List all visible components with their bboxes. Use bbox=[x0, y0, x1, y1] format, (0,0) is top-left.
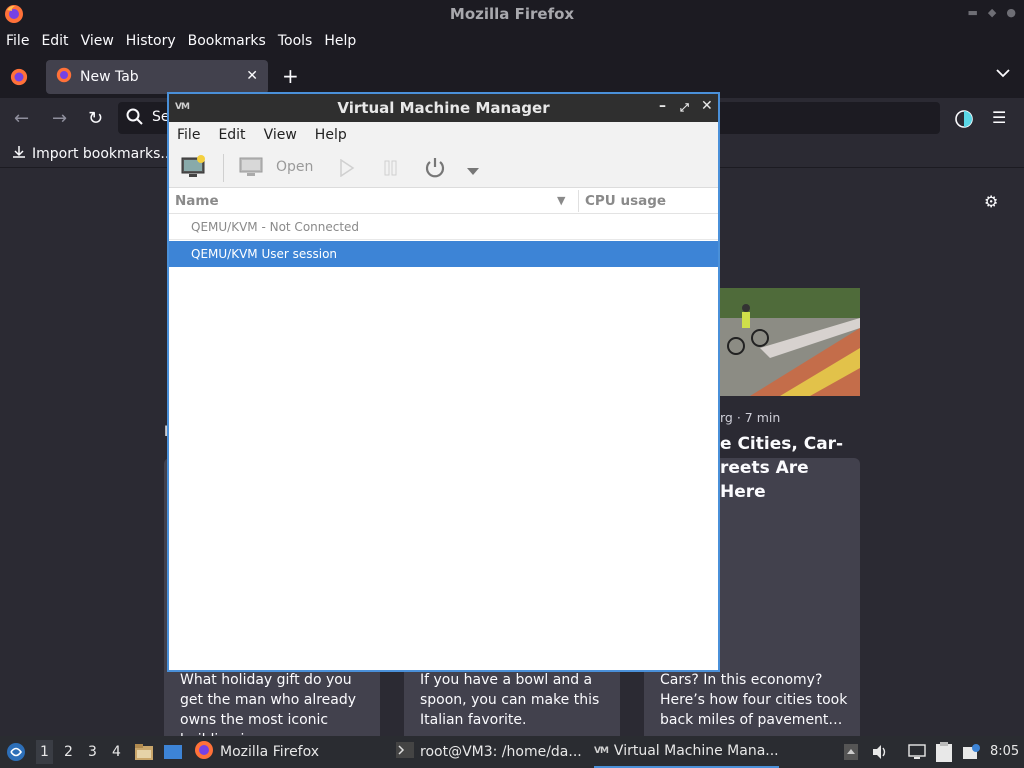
story-card-text: If you have a bowl and a spoon, you can … bbox=[420, 672, 600, 728]
menu-view[interactable]: View bbox=[81, 33, 114, 49]
clock: 8:05 bbox=[990, 744, 1020, 759]
menu-history[interactable]: History bbox=[126, 33, 176, 49]
menu-help[interactable]: Help bbox=[324, 33, 356, 49]
firefox-titlebar: Mozilla Firefox ▬ ◆ ● bbox=[0, 0, 1024, 28]
vmm-title: Virtual Machine Manager bbox=[337, 99, 550, 117]
menu-edit[interactable]: Edit bbox=[41, 33, 68, 49]
import-bookmarks-link[interactable]: Import bookmarks... bbox=[12, 145, 174, 163]
menu-tools[interactable]: Tools bbox=[278, 33, 313, 49]
chevron-down-icon[interactable] bbox=[467, 164, 479, 180]
account-icon[interactable] bbox=[954, 109, 974, 133]
network-icon[interactable] bbox=[908, 744, 926, 764]
update-notifier-icon[interactable] bbox=[962, 744, 980, 766]
firefox-tab-icon bbox=[56, 67, 72, 87]
vmm-icon: VM bbox=[594, 746, 609, 756]
workspace-3[interactable]: 3 bbox=[88, 744, 97, 760]
chevron-down-icon[interactable] bbox=[996, 66, 1010, 82]
open-button-label[interactable]: Open bbox=[276, 159, 313, 175]
menu-bookmarks[interactable]: Bookmarks bbox=[188, 33, 266, 49]
task-terminal[interactable]: root@VM3: /home/da... bbox=[396, 736, 582, 768]
workspace-2[interactable]: 2 bbox=[64, 744, 73, 760]
column-header-name[interactable]: Name bbox=[175, 193, 219, 209]
terminal-icon bbox=[396, 742, 414, 762]
virtual-machine-manager-window: VM Virtual Machine Manager – ⤢ ✕ File Ed… bbox=[167, 92, 720, 672]
tray-up-arrow-icon[interactable] bbox=[844, 744, 858, 764]
connection-label: QEMU/KVM User session bbox=[191, 247, 338, 261]
close-tab-icon[interactable]: ✕ bbox=[246, 68, 258, 84]
column-header-cpu-usage[interactable]: CPU usage bbox=[585, 193, 666, 209]
gear-icon[interactable]: ⚙ bbox=[984, 192, 998, 211]
task-label: root@VM3: /home/da... bbox=[420, 744, 582, 760]
volume-icon[interactable] bbox=[872, 744, 888, 764]
maximize-icon[interactable]: ◆ bbox=[988, 6, 996, 19]
power-icon[interactable] bbox=[423, 156, 447, 184]
firefox-logo-icon bbox=[4, 4, 24, 28]
reload-icon[interactable]: ↻ bbox=[88, 108, 103, 129]
search-icon bbox=[126, 108, 144, 130]
taskbar: 1 2 3 4 Mozilla Firefox root@VM3: /home/… bbox=[0, 736, 1024, 768]
task-label: Mozilla Firefox bbox=[220, 744, 320, 760]
tab-title: New Tab bbox=[80, 69, 139, 85]
close-icon[interactable]: ● bbox=[1006, 6, 1016, 19]
connection-row[interactable]: QEMU/KVM - Not Connected bbox=[169, 214, 718, 240]
back-arrow-icon[interactable]: ← bbox=[14, 108, 29, 129]
import-icon bbox=[12, 145, 26, 163]
workspace-1[interactable]: 1 bbox=[36, 740, 53, 764]
start-menu-icon[interactable] bbox=[6, 742, 26, 766]
menu-file[interactable]: File bbox=[6, 33, 29, 49]
column-separator bbox=[578, 190, 579, 212]
story-card-text: Cars? In this economy? Here’s how four c… bbox=[660, 672, 848, 728]
import-bookmarks-label: Import bookmarks... bbox=[32, 146, 174, 162]
vmm-menubar: File Edit View Help bbox=[169, 122, 718, 148]
vmm-titlebar: VM Virtual Machine Manager – ⤢ ✕ bbox=[169, 94, 718, 122]
toolbar-separator bbox=[223, 154, 224, 182]
firefox-icon bbox=[194, 740, 214, 764]
story-title: e Cities, Car- reets Are Here bbox=[720, 434, 844, 502]
close-icon[interactable]: ✕ bbox=[701, 98, 713, 114]
hamburger-menu-icon[interactable]: ☰ bbox=[992, 108, 1006, 127]
run-icon[interactable] bbox=[339, 158, 355, 181]
window-title: Mozilla Firefox bbox=[449, 5, 575, 23]
window-controls: ▬ ◆ ● bbox=[968, 6, 1016, 19]
minimize-icon[interactable]: – bbox=[659, 98, 666, 114]
task-virtual-machine-manager[interactable]: VM Virtual Machine Mana... bbox=[594, 736, 779, 768]
connection-row-selected[interactable]: QEMU/KVM User session bbox=[169, 241, 718, 267]
tab-new-tab[interactable]: New Tab ✕ bbox=[46, 60, 268, 94]
vmm-app-icon: VM bbox=[175, 102, 190, 112]
new-vm-icon[interactable] bbox=[181, 154, 207, 184]
vmm-menu-edit[interactable]: Edit bbox=[218, 127, 245, 143]
open-vm-icon[interactable] bbox=[239, 156, 263, 182]
maximize-icon[interactable]: ⤢ bbox=[680, 101, 689, 115]
clipboard-icon[interactable] bbox=[934, 741, 954, 767]
task-label: Virtual Machine Mana... bbox=[613, 743, 779, 759]
forward-arrow-icon[interactable]: → bbox=[52, 108, 67, 129]
file-manager-icon[interactable] bbox=[134, 743, 154, 765]
vmm-menu-help[interactable]: Help bbox=[315, 127, 347, 143]
connection-label: QEMU/KVM - Not Connected bbox=[191, 219, 360, 234]
vmm-menu-view[interactable]: View bbox=[264, 127, 297, 143]
vm-list-header: Name ▼ CPU usage bbox=[169, 188, 718, 214]
firefox-view-icon[interactable] bbox=[10, 68, 28, 90]
story-meta: rg · 7 min bbox=[720, 410, 781, 425]
new-tab-button[interactable]: + bbox=[282, 64, 299, 88]
task-firefox[interactable]: Mozilla Firefox bbox=[194, 736, 319, 768]
sort-arrow-icon[interactable]: ▼ bbox=[557, 194, 565, 207]
story-image-cyclists bbox=[720, 288, 860, 396]
workspace-4[interactable]: 4 bbox=[112, 744, 121, 760]
firefox-menubar: File Edit View History Bookmarks Tools H… bbox=[0, 28, 1024, 54]
pause-icon[interactable] bbox=[384, 160, 398, 180]
vmm-menu-file[interactable]: File bbox=[177, 127, 200, 143]
vmm-toolbar: Open bbox=[169, 148, 718, 188]
minimize-icon[interactable]: ▬ bbox=[968, 6, 978, 19]
show-desktop-icon[interactable] bbox=[163, 743, 183, 765]
